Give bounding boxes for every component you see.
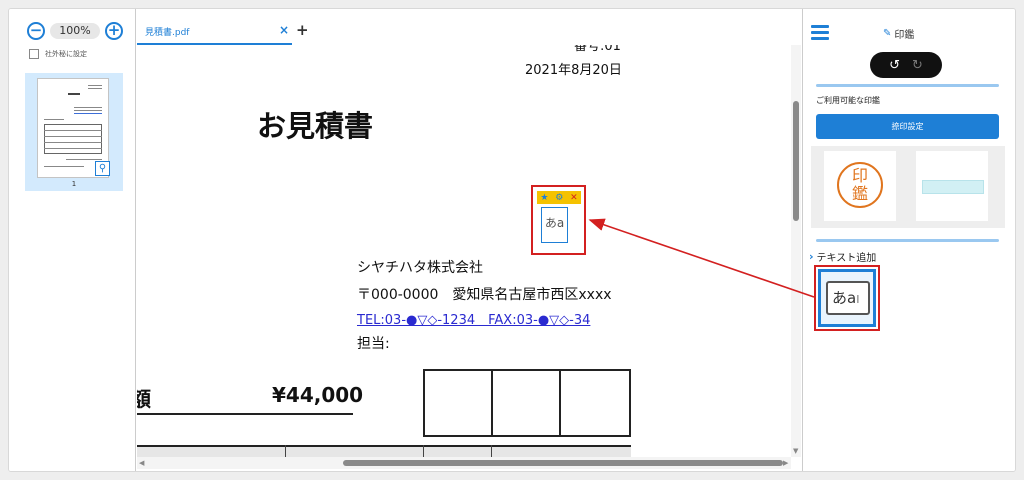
placed-text-box[interactable]: あa — [541, 207, 568, 243]
document-date: 2021年8月20日 — [525, 63, 622, 78]
chevron-right-icon: › — [809, 250, 814, 263]
document-number: 番号:01 — [574, 45, 621, 54]
undo-redo-controls: ↺ ↻ — [870, 52, 942, 78]
confidential-label: 社外秘に設定 — [45, 50, 87, 58]
zoom-in-button[interactable]: + — [105, 22, 123, 40]
approval-box-2 — [491, 369, 561, 437]
add-tab-button[interactable]: + — [296, 21, 309, 39]
delete-icon[interactable]: ✕ — [570, 193, 578, 203]
table-divider — [491, 445, 492, 457]
section-divider — [816, 239, 999, 242]
company-contact-link[interactable]: TEL:03-●▽◇-1234 FAX:03-●▽◇-34 — [357, 309, 590, 328]
stamp-panel: ✎ 印鑑 ↺ ↻ ご利用可能な印鑑 捺印設定 印 鑑 › テキスト追加 あaI — [802, 9, 1015, 471]
menu-icon[interactable] — [811, 25, 829, 41]
stamp-list: 印 鑑 — [811, 146, 1005, 228]
tab-document[interactable]: 見積書.pdf × — [137, 19, 292, 45]
stamp-item-tape[interactable] — [916, 151, 988, 221]
thumbnail-panel: − 100% + 社外秘に設定 ⚲ 1 — [9, 9, 136, 471]
text-tool-icon: あaI — [826, 281, 870, 315]
text-add-label: テキスト追加 — [816, 253, 877, 264]
tab-label: 見積書.pdf — [145, 28, 190, 38]
magnifier-icon[interactable]: ⚲ — [95, 161, 110, 176]
stamp-icon: ✎ — [883, 28, 892, 39]
panel-title-label: 印鑑 — [894, 30, 915, 41]
tape-stamp-icon — [922, 180, 984, 194]
panel-title: ✎ 印鑑 — [883, 26, 914, 41]
vertical-scrollbar[interactable]: ▼ — [791, 45, 801, 457]
scroll-left-icon[interactable]: ◀ — [139, 459, 144, 467]
stamp-item-seal[interactable]: 印 鑑 — [824, 151, 896, 221]
pdf-page[interactable]: 番号:01 2021年8月20日 お見積書 ★ ⚙ ✕ あa シヤチハタ株式会社… — [137, 45, 789, 457]
gear-icon[interactable]: ⚙ — [555, 193, 563, 203]
text-add-tool[interactable]: あaI — [818, 269, 876, 327]
zoom-level[interactable]: 100% — [50, 23, 100, 39]
scroll-right-icon[interactable]: ▶ — [783, 459, 788, 467]
placed-text-highlight[interactable]: ★ ⚙ ✕ あa — [531, 185, 586, 255]
amount-label: 額 — [137, 383, 151, 412]
document-area: 見積書.pdf × + 番号:01 2021年8月20日 お見積書 ★ ⚙ ✕ … — [137, 9, 801, 471]
tab-bar: 見積書.pdf × + — [137, 9, 801, 45]
approval-box-3 — [559, 369, 631, 437]
seal-stamp-icon: 印 鑑 — [837, 162, 883, 208]
confidential-checkbox[interactable] — [29, 49, 39, 59]
zoom-controls: − 100% + — [27, 21, 123, 41]
table-divider — [285, 445, 286, 457]
text-add-tool-highlight[interactable]: あaI — [814, 265, 880, 331]
person-in-charge: 担当: — [357, 336, 390, 352]
zoom-out-button[interactable]: − — [27, 22, 45, 40]
thumbnail-page-number: 1 — [71, 180, 77, 188]
company-address: 〒000-0000 愛知県名古屋市西区xxxx — [357, 287, 612, 303]
redo-icon[interactable]: ↻ — [912, 58, 923, 73]
company-name: シヤチハタ株式会社 — [357, 260, 483, 276]
amount-underline — [137, 413, 353, 415]
horizontal-scrollbar[interactable]: ◀ ▶ — [137, 457, 791, 469]
app-frame: − 100% + 社外秘に設定 ⚲ 1 見積書.pdf × + 番号:01 20… — [8, 8, 1016, 472]
approval-box-1 — [423, 369, 493, 437]
horizontal-scroll-thumb[interactable] — [343, 460, 783, 466]
section-divider — [816, 84, 999, 87]
stamp-settings-button[interactable]: 捺印設定 — [816, 114, 999, 139]
document-title: お見積書 — [257, 109, 374, 143]
table-divider — [423, 445, 424, 457]
page-thumbnail-selected[interactable]: ⚲ 1 — [25, 73, 123, 191]
confidential-option[interactable]: 社外秘に設定 — [29, 49, 87, 59]
vertical-scroll-thumb[interactable] — [793, 101, 799, 221]
text-add-heading: › テキスト追加 — [809, 249, 876, 264]
available-stamps-heading: ご利用可能な印鑑 — [816, 96, 880, 105]
star-icon[interactable]: ★ — [540, 193, 548, 203]
items-table-header — [137, 445, 631, 457]
text-box-toolbar: ★ ⚙ ✕ — [537, 191, 581, 204]
total-amount: ¥44,000 — [272, 383, 364, 407]
close-tab-icon[interactable]: × — [279, 23, 289, 37]
undo-icon[interactable]: ↺ — [889, 58, 900, 73]
scroll-down-icon[interactable]: ▼ — [793, 447, 798, 455]
